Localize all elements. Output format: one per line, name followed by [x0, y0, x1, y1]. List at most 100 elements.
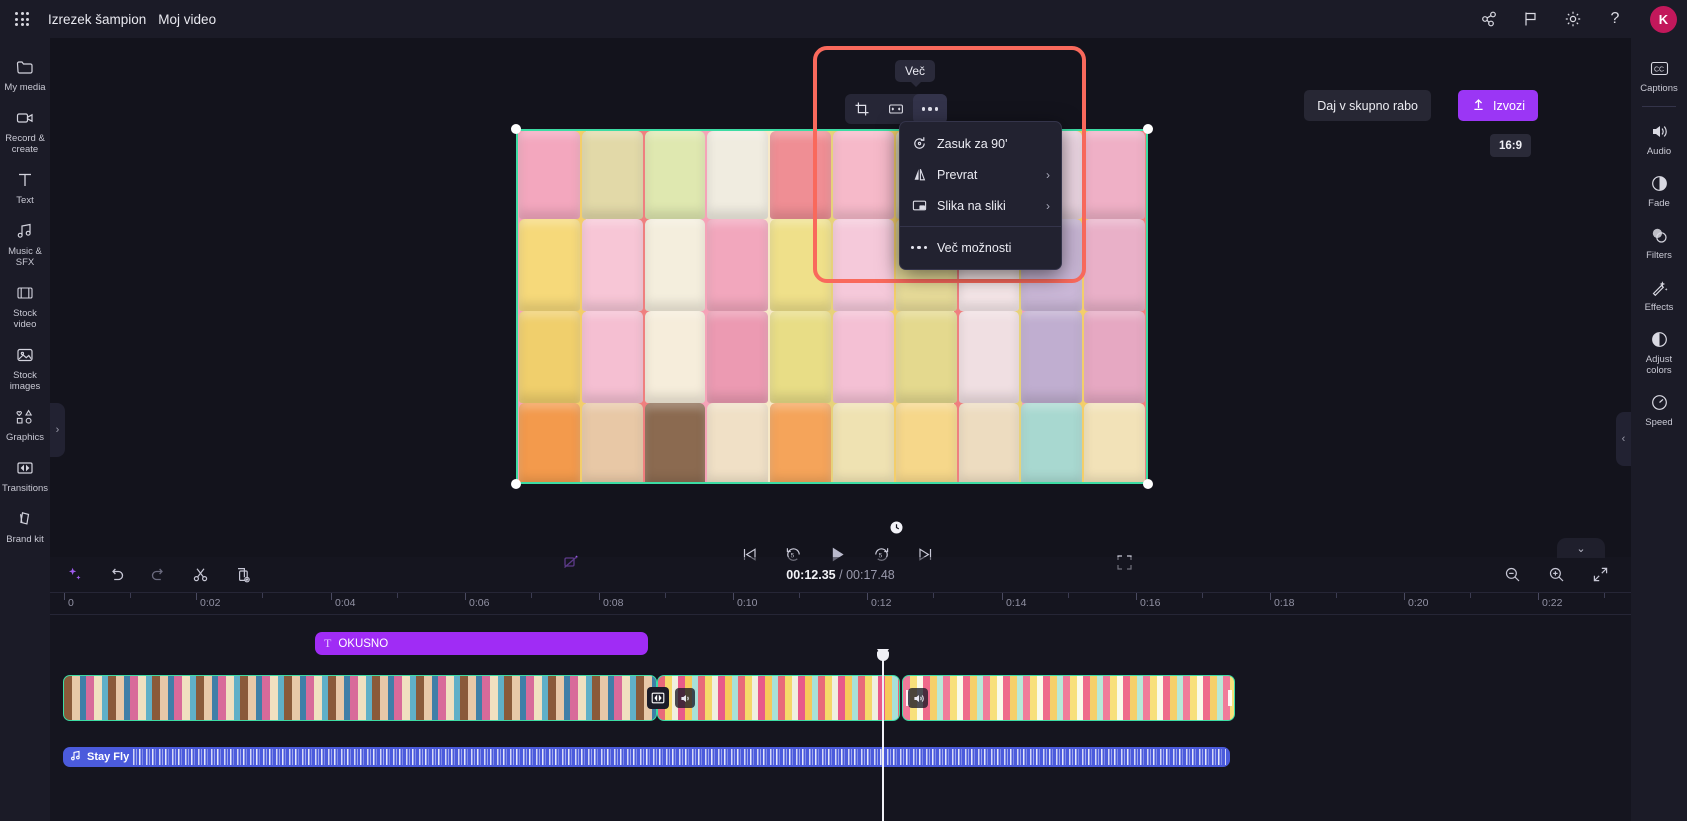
gear-icon[interactable]	[1562, 8, 1584, 30]
aspect-ratio-badge[interactable]: 16:9	[1489, 134, 1531, 157]
sidebar-item-label: Filters	[1646, 250, 1672, 261]
project-name[interactable]: Izrezek šampion	[48, 12, 146, 27]
music-icon	[14, 220, 36, 242]
app-launcher-button[interactable]	[0, 0, 44, 38]
preview-stage: Daj v skupno rabo Izvozi 16:9 Več Zasuk …	[50, 38, 1631, 570]
sidebar-item-brand-kit[interactable]: Brand kit	[0, 500, 50, 551]
menu-item-more-options[interactable]: Več možnosti	[900, 232, 1061, 263]
flag-icon[interactable]	[1520, 8, 1542, 30]
svg-text:CC: CC	[1654, 66, 1664, 73]
expand-left-panel-button[interactable]: ›	[50, 403, 65, 457]
resize-handle-top-left[interactable]	[511, 124, 521, 134]
left-sidebar: My media Record & create Text Music & SF…	[0, 38, 50, 821]
rotate-icon	[911, 136, 927, 152]
resize-handle-bottom-right[interactable]	[1143, 479, 1153, 489]
total-time: 00:17.48	[846, 567, 895, 582]
sidebar-item-label: My media	[4, 82, 46, 93]
sidebar-item-music-sfx[interactable]: Music & SFX	[0, 212, 50, 274]
crop-button[interactable]	[845, 94, 879, 124]
top-bar-actions: ? K	[1478, 0, 1687, 38]
sidebar-item-audio[interactable]: Audio	[1631, 111, 1687, 163]
export-button-label: Izvozi	[1493, 98, 1525, 113]
sidebar-item-filters[interactable]: Filters	[1631, 215, 1687, 267]
sidebar-item-speed[interactable]: Speed	[1631, 382, 1687, 434]
transition-badge[interactable]	[647, 687, 669, 709]
timeline: 00:12.35 / 00:17.48 0 0:02 0:04 0:06 0:0…	[50, 557, 1631, 821]
resize-handle-top-right[interactable]	[1143, 124, 1153, 134]
redo-button[interactable]	[147, 564, 169, 586]
sidebar-item-label: Fade	[1648, 198, 1670, 209]
text-clip-label: OKUSNO	[338, 637, 389, 650]
brandkit-icon	[14, 508, 36, 530]
sidebar-item-captions[interactable]: CC Captions	[1631, 48, 1687, 100]
collapse-timeline-button[interactable]: ⌄	[1557, 538, 1605, 558]
top-bar: Izrezek šampion Moj video ? K	[0, 0, 1687, 38]
sidebar-item-adjust-colors[interactable]: Adjust colors	[1631, 319, 1687, 382]
sidebar-item-stock-video[interactable]: Stock video	[0, 274, 50, 336]
sidebar-item-fade[interactable]: Fade	[1631, 163, 1687, 215]
clip-trim-handle-right[interactable]	[1225, 676, 1234, 720]
fade-icon	[1648, 172, 1670, 194]
share-button[interactable]: Daj v skupno rabo	[1304, 90, 1431, 121]
playhead-handle[interactable]	[877, 651, 889, 661]
help-icon[interactable]: ?	[1604, 8, 1626, 30]
sidebar-item-label: Brand kit	[6, 534, 44, 545]
fit-timeline-button[interactable]	[1589, 564, 1611, 586]
menu-item-flip[interactable]: Prevrat ›	[900, 159, 1061, 190]
sidebar-item-text[interactable]: Text	[0, 161, 50, 212]
resize-handle-bottom-left[interactable]	[511, 479, 521, 489]
more-options-menu: Zasuk za 90' Prevrat › Slika na sliki › …	[899, 121, 1062, 270]
preview-image-row	[518, 403, 1146, 482]
sidebar-item-label: Text	[16, 195, 34, 206]
share-network-icon[interactable]	[1478, 8, 1500, 30]
more-dots-icon	[921, 107, 939, 111]
audio-clip[interactable]: Stay Fly	[63, 747, 1230, 767]
avatar[interactable]: K	[1650, 5, 1677, 33]
text-clip[interactable]: T OKUSNO	[315, 632, 648, 655]
more-button[interactable]	[913, 94, 947, 124]
duplicate-button[interactable]	[231, 564, 253, 586]
mute-badge-1[interactable]	[675, 688, 695, 708]
sidebar-item-record-create[interactable]: Record & create	[0, 99, 50, 161]
undo-button[interactable]	[105, 564, 127, 586]
zoom-in-button[interactable]	[1545, 564, 1567, 586]
chevron-right-icon: ›	[1046, 198, 1050, 213]
filters-icon	[1648, 224, 1670, 246]
video-clip-3[interactable]	[902, 675, 1235, 721]
playhead[interactable]	[877, 649, 889, 821]
sidebar-item-label: Stock images	[9, 370, 41, 392]
flip-icon	[911, 167, 927, 183]
project-subtitle[interactable]: Moj video	[158, 12, 216, 27]
timeline-ruler[interactable]: 0 0:02 0:04 0:06 0:08 0:10 0:12 0:14 0:1…	[50, 593, 1631, 615]
transitions-icon	[14, 457, 36, 479]
export-button[interactable]: Izvozi	[1458, 90, 1538, 121]
menu-item-picture-in-picture[interactable]: Slika na sliki ›	[900, 190, 1061, 221]
collapse-right-panel-button[interactable]: ‹	[1616, 412, 1631, 466]
sidebar-item-label: Record & create	[5, 133, 45, 155]
more-button-tooltip: Več	[895, 60, 936, 87]
ai-sparkle-button[interactable]	[63, 564, 85, 586]
menu-item-label: Zasuk za 90'	[937, 136, 1008, 151]
clipchamp-editor: Izrezek šampion Moj video ? K My media R…	[0, 0, 1687, 821]
time-separator: /	[839, 567, 847, 582]
sidebar-item-my-media[interactable]: My media	[0, 48, 50, 99]
video-clip-1[interactable]	[63, 675, 657, 721]
preview-image-row	[518, 311, 1146, 403]
timeline-toolbar: 00:12.35 / 00:17.48	[50, 557, 1631, 593]
menu-item-rotate[interactable]: Zasuk za 90'	[900, 128, 1061, 159]
sidebar-item-graphics[interactable]: Graphics	[0, 398, 50, 449]
reset-button[interactable]	[887, 518, 906, 537]
sidebar-item-effects[interactable]: Effects	[1631, 267, 1687, 319]
fit-button[interactable]	[879, 94, 913, 124]
folder-icon	[14, 56, 36, 78]
sidebar-item-stock-images[interactable]: Stock images	[0, 336, 50, 398]
sidebar-item-transitions[interactable]: Transitions	[0, 449, 50, 500]
timeline-toolbar-right	[1501, 564, 1611, 586]
text-t-icon: T	[324, 636, 332, 650]
mute-badge-2[interactable]	[908, 688, 928, 708]
audio-waveform	[133, 749, 1226, 765]
split-button[interactable]	[189, 564, 211, 586]
more-dots-icon	[910, 240, 928, 256]
effects-icon	[1648, 276, 1670, 298]
zoom-out-button[interactable]	[1501, 564, 1523, 586]
